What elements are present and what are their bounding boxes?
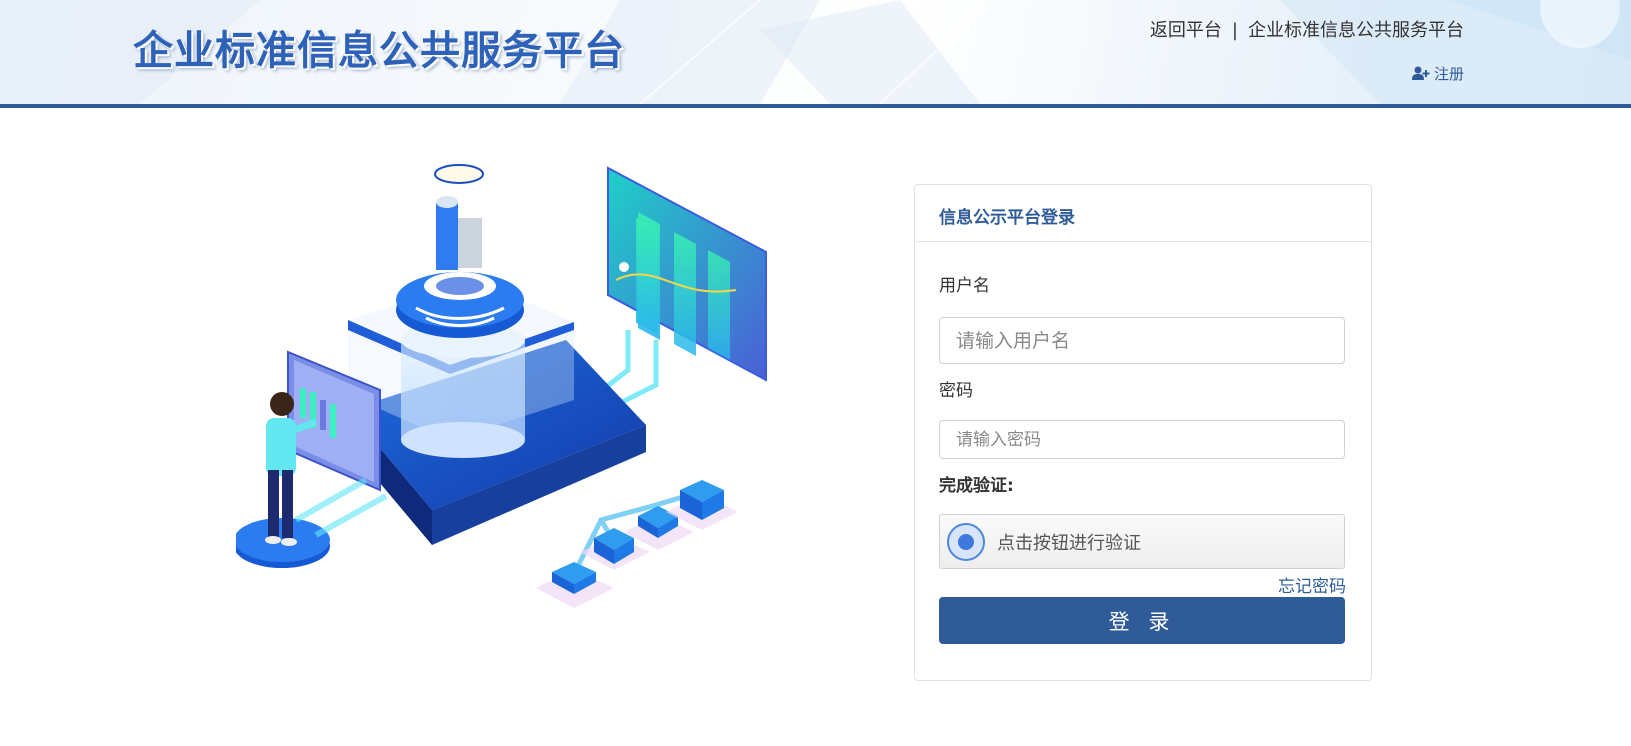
user-plus-icon (1411, 66, 1430, 80)
verify-icon (947, 522, 985, 561)
login-button[interactable]: 登 录 (939, 597, 1345, 644)
top-header: 企业标准信息公共服务平台 返回平台 | 企业标准信息公共服务平台 注册 (0, 0, 1631, 108)
top-nav: 返回平台 | 企业标准信息公共服务平台 (1150, 16, 1464, 42)
password-label: 密码 (939, 381, 973, 401)
login-panel: 信息公示平台登录 用户名 密码 完成验证: 点击按钮进行验证 忘记密码 登 录 (914, 184, 1372, 681)
platform-link[interactable]: 企业标准信息公共服务平台 (1248, 20, 1464, 41)
password-input[interactable] (939, 420, 1345, 459)
username-label: 用户名 (939, 276, 990, 296)
login-panel-title: 信息公示平台登录 (915, 185, 1371, 242)
verify-label: 完成验证: (939, 476, 1014, 496)
site-title: 企业标准信息公共服务平台 (133, 28, 625, 74)
isometric-illustration (236, 164, 767, 608)
register-link[interactable]: 注册 (1411, 63, 1464, 84)
captcha-verify-button[interactable]: 点击按钮进行验证 (939, 514, 1345, 569)
nav-separator: | (1231, 20, 1238, 41)
back-to-platform-link[interactable]: 返回平台 (1150, 20, 1222, 41)
username-input[interactable] (939, 317, 1345, 364)
forgot-password-link[interactable]: 忘记密码 (1278, 572, 1346, 597)
verify-button-text: 点击按钮进行验证 (997, 532, 1141, 554)
register-label: 注册 (1433, 65, 1464, 83)
